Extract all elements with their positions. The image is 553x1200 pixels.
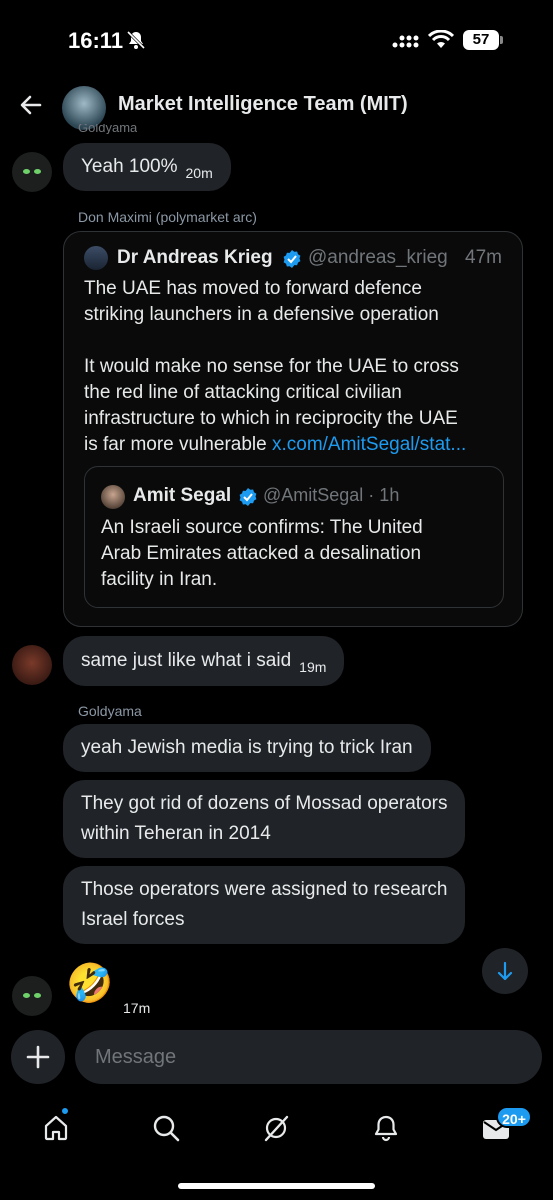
quoted-post-text: An Israeli source confirms: The United Ar…	[101, 517, 423, 590]
post-author-name: Dr Andreas Krieg	[117, 247, 273, 268]
tab-search[interactable]	[146, 1108, 186, 1148]
post-time: 47m	[465, 247, 502, 268]
home-icon	[44, 1115, 68, 1141]
quoted-author-avatar	[101, 485, 125, 509]
avatar[interactable]	[12, 976, 52, 1016]
sender-name: Goldyama	[78, 703, 142, 719]
tab-home[interactable]	[36, 1108, 76, 1148]
status-time: 16:11	[68, 28, 124, 53]
message-bubble[interactable]: They got rid of dozens of Mossad operato…	[63, 780, 466, 858]
quoted-author-name: Amit Segal	[133, 485, 232, 506]
bell-slash-icon	[126, 30, 146, 50]
wifi-icon	[428, 30, 454, 48]
tab-notifications[interactable]	[366, 1108, 406, 1148]
home-notification-dot	[60, 1106, 70, 1116]
status-bar: 16:11 57	[0, 0, 553, 80]
message-bubble[interactable]: Yeah 100% 20m	[63, 143, 231, 191]
quoted-post-card[interactable]: Amit Segal @AmitSegal · 1h An Israeli so…	[84, 466, 504, 608]
group-title[interactable]: Market Intelligence Team (MIT)	[118, 93, 408, 116]
back-arrow-icon[interactable]	[18, 92, 44, 118]
message-bubble[interactable]: Those operators were assigned to researc…	[63, 866, 466, 944]
scroll-to-bottom-button[interactable]	[482, 948, 528, 994]
bell-icon	[374, 1115, 398, 1142]
signal-icon	[392, 35, 419, 48]
home-indicator	[178, 1183, 375, 1189]
bottom-tab-bar: 20+	[0, 1098, 553, 1168]
post-link[interactable]: x.com/AmitSegal/stat...	[272, 434, 466, 455]
post-text: The UAE has moved to forward defence stri…	[84, 278, 467, 455]
message-bubble[interactable]: yeah Jewish media is trying to trick Ira…	[63, 724, 431, 772]
post-author-handle: @andreas_krieg	[308, 247, 448, 268]
message-input[interactable]	[75, 1030, 542, 1084]
post-author-avatar	[84, 246, 108, 270]
message-bubble[interactable]: same just like what i said 19m	[63, 636, 345, 686]
emoji-message[interactable]: 🤣	[66, 962, 113, 1006]
grok-icon	[264, 1115, 289, 1142]
sender-name-cut: Goldyama	[78, 124, 138, 134]
verified-badge-icon	[239, 488, 257, 506]
add-attachment-button[interactable]	[11, 1030, 65, 1084]
verified-badge-icon	[283, 250, 301, 268]
avatar[interactable]	[12, 645, 52, 685]
search-icon	[153, 1115, 180, 1142]
messages-count-badge: 20+	[496, 1106, 532, 1128]
message-time: 17m	[123, 1000, 151, 1016]
shared-post-card[interactable]: Dr Andreas Krieg @andreas_krieg 47m The …	[63, 231, 523, 627]
quoted-author-handle: @AmitSegal · 1h	[263, 485, 400, 505]
chevron-down-icon	[497, 961, 513, 981]
plus-icon	[26, 1045, 50, 1069]
avatar[interactable]	[12, 152, 52, 192]
sender-name: Don Maximi (polymarket arc)	[78, 209, 257, 225]
battery-tip	[500, 36, 503, 44]
battery-indicator: 57	[463, 30, 499, 50]
tab-grok[interactable]	[256, 1108, 296, 1148]
